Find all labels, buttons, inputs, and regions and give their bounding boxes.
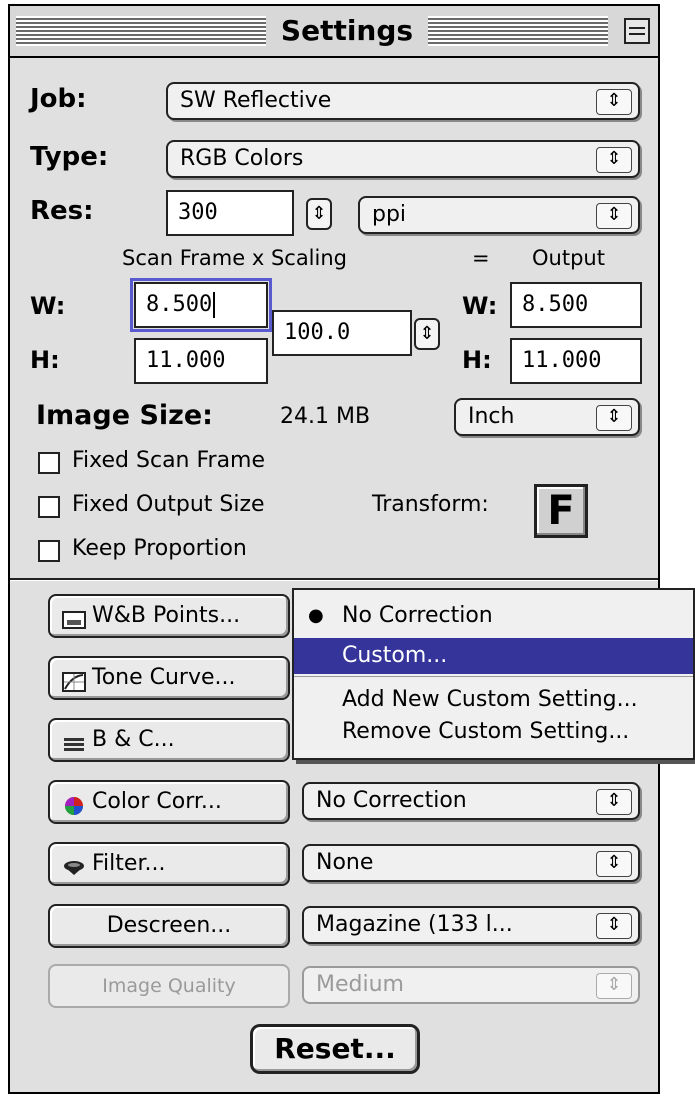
updown-arrows-icon: ⇕: [596, 203, 632, 229]
image-quality-popup[interactable]: Medium ⇕: [302, 966, 640, 1004]
updown-arrows-icon: ⇕: [596, 789, 632, 815]
color-corr-label: Color Corr...: [92, 789, 222, 814]
output-height-input[interactable]: 11.000: [510, 338, 642, 384]
output-h-label: H:: [462, 346, 492, 374]
type-popup[interactable]: RGB Colors ⇕: [166, 140, 640, 178]
text-caret: [213, 292, 216, 318]
image-quality-value: Medium: [316, 972, 404, 997]
job-popup[interactable]: SW Reflective ⇕: [166, 82, 640, 120]
fixed-output-size-checkbox[interactable]: [38, 496, 60, 518]
image-quality-button[interactable]: Image Quality: [48, 964, 290, 1008]
wb-points-label: W&B Points...: [92, 603, 241, 628]
updown-arrows-icon: ⇕: [596, 89, 632, 115]
res-label: Res:: [30, 196, 94, 226]
color-corr-popup[interactable]: No Correction ⇕: [302, 782, 640, 820]
transform-button[interactable]: F: [534, 484, 588, 538]
keep-proportion-checkbox[interactable]: [38, 540, 60, 562]
scan-w-label: W:: [30, 292, 66, 320]
menu-item-remove-custom[interactable]: Remove Custom Setting...: [294, 714, 693, 750]
res-unit-value: ppi: [372, 202, 407, 227]
output-width-input[interactable]: 8.500: [510, 282, 642, 328]
scaling-input[interactable]: 100.0: [272, 310, 412, 356]
title-stripes-right: [428, 16, 608, 46]
scan-width-value: 8.500: [146, 292, 213, 317]
size-unit-value: Inch: [468, 404, 515, 429]
settings-window: Settings Job: SW Reflective ⇕ Type: RGB …: [8, 4, 660, 1094]
fixed-scan-frame-label: Fixed Scan Frame: [72, 448, 266, 473]
tone-curve-button[interactable]: Tone Curve...: [48, 656, 290, 700]
bc-label: B & C...: [92, 727, 175, 752]
scan-width-input[interactable]: 8.500: [130, 278, 272, 332]
fixed-output-size-label: Fixed Output Size: [72, 492, 265, 517]
descreen-popup[interactable]: Magazine (133 l... ⇕: [302, 906, 640, 944]
title-bar[interactable]: Settings: [10, 6, 658, 58]
menu-item-label: Add New Custom Setting...: [342, 687, 638, 712]
descreen-button[interactable]: Descreen...: [48, 904, 290, 948]
size-unit-popup[interactable]: Inch ⇕: [454, 398, 640, 436]
menu-item-label: No Correction: [342, 603, 493, 628]
menu-item-label: Custom...: [342, 643, 448, 668]
equals-sign: =: [472, 246, 490, 270]
output-header: Output: [532, 246, 605, 270]
job-label: Job:: [30, 84, 87, 114]
descreen-value: Magazine (133 l...: [316, 912, 513, 937]
reset-button[interactable]: Reset...: [250, 1024, 420, 1074]
scan-height-input[interactable]: 11.000: [134, 338, 268, 384]
brightness-contrast-icon: [62, 728, 86, 751]
keep-proportion-label: Keep Proportion: [72, 536, 247, 561]
filter-button[interactable]: Filter...: [48, 842, 290, 886]
updown-arrows-icon: ⇕: [596, 405, 632, 431]
menu-item-add-custom[interactable]: Add New Custom Setting...: [294, 682, 693, 718]
filter-icon: [62, 852, 86, 875]
output-w-label: W:: [462, 292, 498, 320]
menu-separator: [294, 676, 693, 677]
image-size-label: Image Size:: [36, 400, 213, 431]
bc-button[interactable]: B & C...: [48, 718, 290, 762]
collapse-box-icon[interactable]: [624, 18, 650, 44]
updown-arrows-icon: ⇕: [596, 913, 632, 939]
title-stripes-left: [16, 16, 266, 46]
scan-frame-scaling-header: Scan Frame x Scaling: [122, 246, 347, 270]
fixed-scan-frame-checkbox[interactable]: [38, 452, 60, 474]
wb-points-button[interactable]: W&B Points...: [48, 594, 290, 638]
menu-item-label: Remove Custom Setting...: [342, 719, 630, 744]
window-title: Settings: [272, 12, 422, 50]
type-value: RGB Colors: [180, 146, 304, 171]
checkmark-bullet-icon: ●: [308, 605, 324, 626]
image-size-value: 24.1 MB: [280, 404, 371, 429]
filter-label: Filter...: [92, 851, 166, 876]
wb-points-popup-menu: ● No Correction Custom... Add New Custom…: [292, 588, 695, 760]
color-wheel-icon: [62, 790, 86, 815]
color-corr-value: No Correction: [316, 788, 467, 813]
color-corr-button[interactable]: Color Corr...: [48, 780, 290, 824]
type-label: Type:: [30, 142, 109, 172]
job-value: SW Reflective: [180, 88, 332, 113]
scan-h-label: H:: [30, 346, 60, 374]
res-stepper[interactable]: ⇕: [306, 198, 332, 230]
updown-arrows-icon: ⇕: [596, 851, 632, 877]
section-divider: [10, 578, 658, 581]
updown-arrows-icon: ⇕: [596, 147, 632, 173]
wb-points-icon: [62, 604, 86, 629]
scaling-stepper[interactable]: ⇕: [414, 318, 440, 350]
tone-curve-icon: [62, 666, 86, 692]
filter-popup[interactable]: None ⇕: [302, 844, 640, 882]
res-unit-popup[interactable]: ppi ⇕: [358, 196, 640, 234]
menu-item-custom[interactable]: Custom...: [294, 638, 693, 674]
menu-item-no-correction[interactable]: ● No Correction: [294, 598, 693, 634]
filter-value: None: [316, 850, 374, 875]
updown-arrows-icon: ⇕: [596, 973, 632, 999]
res-input[interactable]: 300: [166, 190, 294, 236]
tone-curve-label: Tone Curve...: [92, 665, 236, 690]
transform-label: Transform:: [372, 492, 489, 517]
